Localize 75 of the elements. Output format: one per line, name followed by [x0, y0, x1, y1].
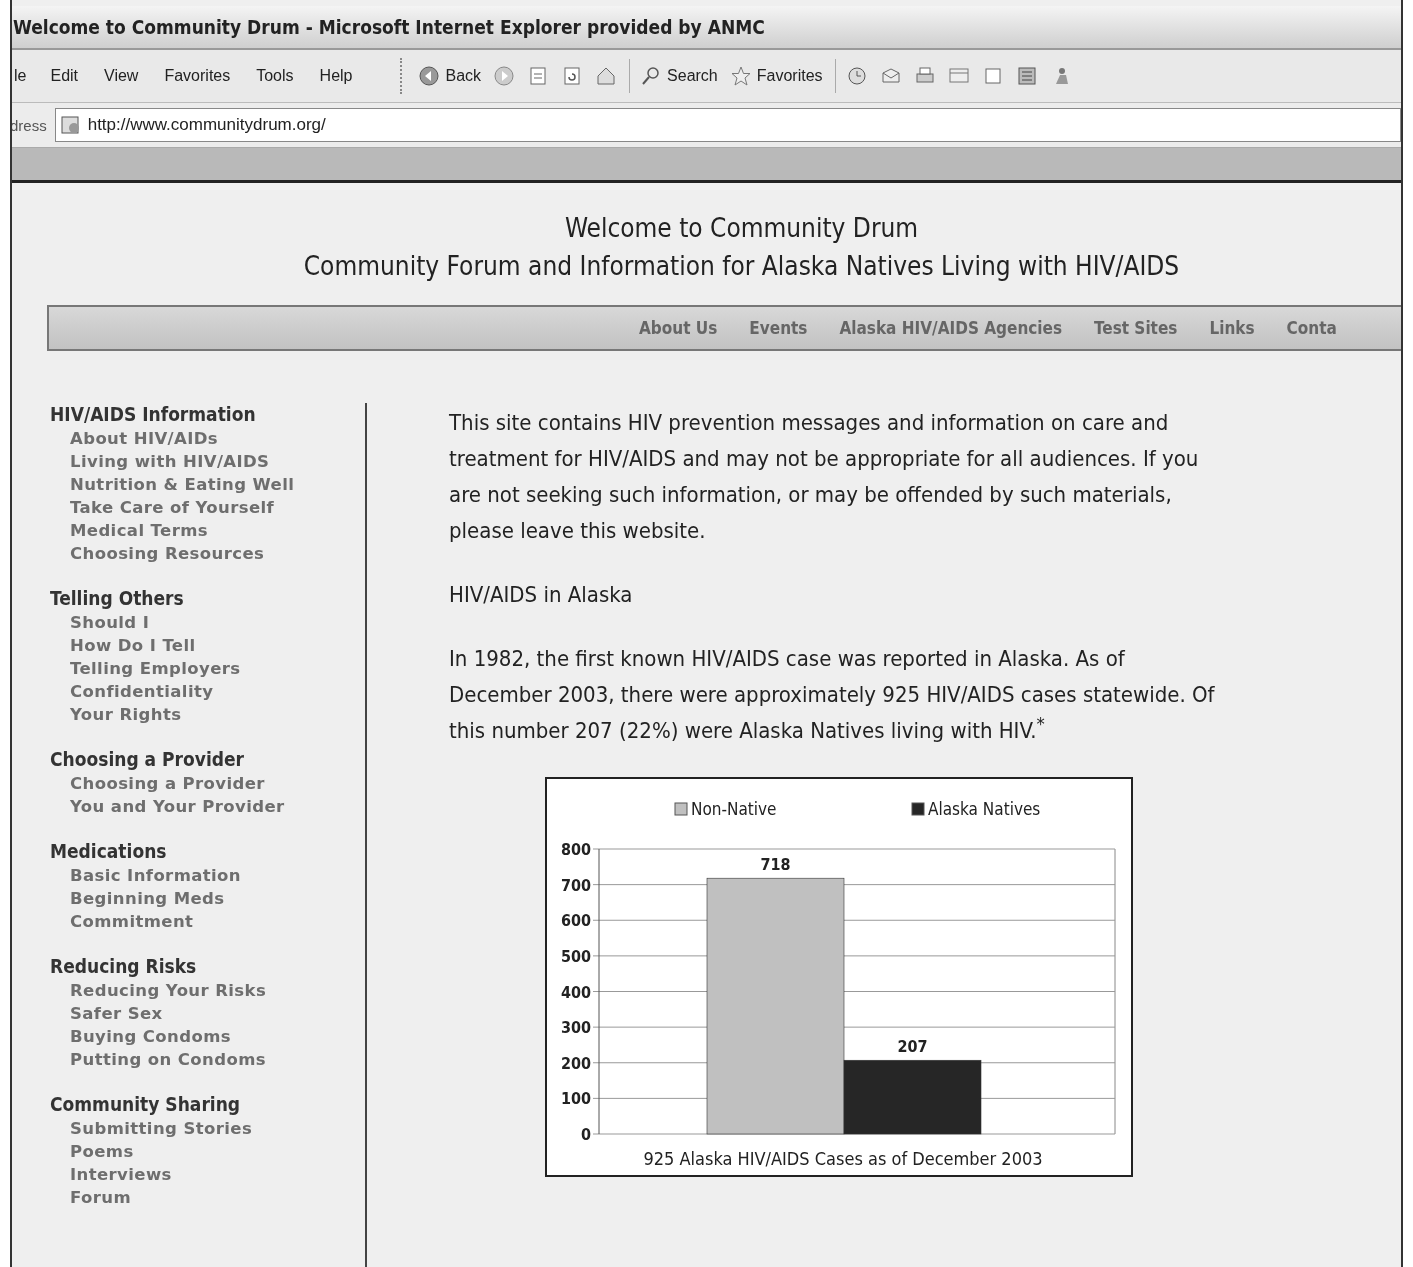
- legend-label: Alaska Natives: [928, 799, 1041, 819]
- sidebar-link[interactable]: Basic Information: [70, 864, 365, 887]
- star-icon: [729, 65, 752, 87]
- page-subtitle: Community Forum and Information for Alaska Natives Living with HIV/AIDS: [303, 251, 1180, 281]
- sidebar-link[interactable]: Safer Sex: [70, 1002, 365, 1025]
- nav-link[interactable]: Alaska HIV/AIDS Agencies: [839, 318, 1063, 338]
- search-button[interactable]: Search: [640, 65, 718, 87]
- axis-tick-label: 800: [560, 840, 591, 859]
- nav-link[interactable]: Conta: [1286, 318, 1337, 338]
- axis-tick-label: 300: [560, 1018, 591, 1038]
- sidebar-link[interactable]: Commitment: [70, 910, 365, 933]
- axis-tick-label: 500: [560, 946, 591, 966]
- sidebar-link[interactable]: Choosing Resources: [70, 542, 365, 565]
- forward-icon: [493, 65, 516, 87]
- menu-item[interactable]: Help: [319, 67, 353, 85]
- section-heading: HIV/AIDS in Alaska: [449, 581, 634, 609]
- sidebar-link[interactable]: Choosing a Provider: [70, 772, 365, 795]
- favorites-button[interactable]: Favorites: [729, 65, 823, 87]
- data-label: 207: [897, 1037, 928, 1057]
- nav-link[interactable]: About Us: [639, 318, 718, 338]
- body-paragraph: In 1982, the first known HIV/AIDS case was reported in Alaska. As of December 2003, there were approximately 925 HIV/AIDS cases statewide. Of this number 207 (22%) were Alaska Natives living with HIV.$^{*}$: [449, 645, 1216, 745]
- sidebar-link[interactable]: Interviews: [70, 1163, 365, 1186]
- history-icon: [845, 65, 868, 87]
- sidebar-link[interactable]: Forum: [70, 1186, 365, 1209]
- home-icon: [595, 65, 618, 87]
- menu-item[interactable]: Favorites: [164, 67, 231, 85]
- axis-tick-label: 400: [560, 982, 591, 1002]
- address-field[interactable]: http://www.communitydrum.org/: [54, 108, 1401, 142]
- page-icon: [59, 114, 82, 136]
- axis-tick-label: 700: [560, 875, 591, 895]
- page-title: Welcome to Community Drum: [564, 213, 919, 243]
- menu-item[interactable]: Edit: [50, 67, 79, 85]
- sidebar-heading: Choosing a Provider: [50, 748, 246, 770]
- sidebar-link[interactable]: Should I: [70, 611, 365, 634]
- sidebar-heading: Reducing Risks: [50, 955, 198, 977]
- home-button[interactable]: [595, 65, 618, 87]
- back-button[interactable]: Back: [418, 65, 482, 87]
- sidebar-link[interactable]: Telling Employers: [70, 657, 365, 680]
- nav-link[interactable]: Test Sites: [1094, 318, 1178, 338]
- axis-tick-label: 200: [560, 1053, 591, 1073]
- nav-link[interactable]: Links: [1209, 318, 1255, 338]
- axis-title: 925 Alaska HIV/AIDS Cases as of December 2003: [643, 1148, 1043, 1169]
- back-icon: [418, 65, 441, 87]
- sidebar-link[interactable]: You and Your Provider: [70, 795, 365, 818]
- sidebar-link[interactable]: Your Rights: [70, 703, 365, 726]
- sidebar-heading: Telling Others: [50, 587, 185, 609]
- sidebar-heading: HIV/AIDS Information: [50, 403, 257, 425]
- sidebar-link[interactable]: Poems: [70, 1140, 365, 1163]
- legend-label: Non-Native: [691, 799, 777, 819]
- sidebar-link[interactable]: Medical Terms: [70, 519, 365, 542]
- menu-item[interactable]: View: [104, 67, 139, 85]
- intro-paragraph: This site contains HIV prevention messages and information on care and treatment for HIV/AIDS and may not be appropriate for all audiences. If you are not seeking such information, or may be offended by such materials, please leave this website.: [449, 409, 1200, 545]
- axis-tick-label: 100: [560, 1089, 591, 1109]
- forward-button[interactable]: [493, 65, 516, 87]
- history-button[interactable]: [845, 65, 868, 87]
- sidebar-link[interactable]: About HIV/AIDs: [70, 427, 365, 450]
- menu-item[interactable]: Tools: [256, 67, 294, 85]
- data-label: 718: [760, 855, 791, 875]
- menu-item[interactable]: le: [14, 67, 27, 85]
- sidebar-link[interactable]: Confidentiality: [70, 680, 365, 703]
- sidebar-link[interactable]: Reducing Your Risks: [70, 979, 365, 1002]
- nav-link[interactable]: Events: [749, 318, 808, 338]
- sidebar-link[interactable]: Buying Condoms: [70, 1025, 365, 1048]
- sidebar-link[interactable]: How Do I Tell: [70, 634, 365, 657]
- sidebar-link[interactable]: Beginning Meds: [70, 887, 365, 910]
- sidebar-link[interactable]: Putting on Condoms: [70, 1048, 365, 1071]
- sidebar-heading: Community Sharing: [50, 1093, 242, 1115]
- sidebar-link[interactable]: Nutrition & Eating Well: [70, 473, 365, 496]
- axis-tick-label: 0: [581, 1125, 591, 1144]
- sidebar-link[interactable]: Take Care of Yourself: [70, 496, 365, 519]
- sidebar-heading: Medications: [50, 840, 168, 862]
- sidebar-link[interactable]: Submitting Stories: [70, 1117, 365, 1140]
- axis-tick-label: 600: [560, 911, 591, 931]
- sidebar-link[interactable]: Living with HIV/AIDS: [70, 450, 365, 473]
- window-title: Welcome to Community Drum - Microsoft Internet Explorer provided by ANMC: [12, 16, 765, 38]
